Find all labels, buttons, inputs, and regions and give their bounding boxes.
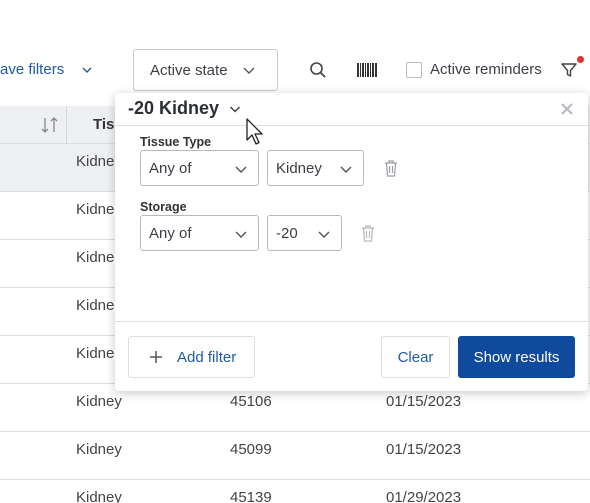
popup-footer: Add filter Clear Show results [115, 321, 588, 391]
chevron-down-icon [235, 166, 247, 173]
select-value: Kidney [276, 159, 322, 177]
cell-date: 01/29/2023 [386, 489, 462, 503]
select-value: -20 [276, 224, 298, 242]
plus-icon [150, 351, 162, 363]
clear-button[interactable]: Clear [381, 336, 450, 378]
select-value: Any of [149, 224, 192, 242]
cell-tissue: Kidney [76, 489, 122, 503]
tissue-type-operator-select[interactable]: Any of [140, 150, 259, 186]
toolbar: ave filters Active state Active reminder… [0, 0, 590, 106]
chevron-down-icon [235, 231, 247, 238]
mouse-cursor-icon [246, 118, 263, 145]
chevron-down-icon [82, 67, 92, 73]
add-filter-button[interactable]: Add filter [128, 336, 255, 378]
select-value: Any of [149, 159, 192, 177]
chevron-down-icon [340, 166, 352, 173]
chevron-down-icon [243, 67, 255, 74]
filter-label-tissue-type: Tissue Type [140, 135, 212, 149]
add-filter-label: Add filter [177, 348, 237, 366]
storage-operator-select[interactable]: Any of [140, 215, 259, 251]
save-filters-label: ave filters [0, 61, 65, 78]
show-results-button[interactable]: Show results [458, 336, 575, 378]
active-reminders-toggle[interactable]: Active reminders [406, 61, 542, 78]
trash-icon[interactable] [361, 225, 375, 242]
cell-tissue: Kidne [76, 297, 115, 314]
close-icon[interactable] [560, 102, 574, 116]
active-state-dropdown[interactable]: Active state [133, 49, 278, 91]
chevron-down-icon [230, 105, 241, 113]
popup-header: -20 Kidney [115, 93, 588, 126]
save-filters-dropdown[interactable]: ave filters [0, 61, 92, 78]
saved-filter-selector[interactable]: -20 Kidney [128, 98, 241, 119]
trash-icon[interactable] [384, 160, 398, 177]
chevron-down-icon [318, 231, 330, 238]
storage-value-select[interactable]: -20 [267, 215, 342, 251]
cell-tissue: Kidney [76, 393, 122, 410]
cell-id: 45106 [230, 393, 272, 410]
search-icon[interactable] [307, 59, 329, 81]
cell-id: 45099 [230, 441, 272, 458]
cell-tissue: Kidne [76, 153, 115, 170]
cell-date: 01/15/2023 [386, 393, 462, 410]
table-row[interactable]: Kidney 45099 01/15/2023 [0, 432, 590, 480]
filter-label-storage: Storage [140, 200, 187, 214]
active-state-label: Active state [150, 61, 228, 79]
cell-date: 01/15/2023 [386, 441, 462, 458]
table-row[interactable]: Kidney 45106 01/15/2023 [0, 384, 590, 432]
cell-id: 45139 [230, 489, 272, 503]
active-reminders-label: Active reminders [430, 61, 542, 78]
cell-tissue: Kidne [76, 249, 115, 266]
table-row[interactable]: Kidney 45139 01/29/2023 [0, 480, 590, 503]
cell-tissue: Kidney [76, 441, 122, 458]
popup-title: -20 Kidney [128, 98, 220, 118]
sort-icon[interactable] [40, 116, 60, 134]
column-divider [66, 106, 67, 144]
active-reminders-checkbox[interactable] [406, 61, 422, 78]
filter-icon[interactable] [558, 59, 580, 81]
cell-tissue: Kidne [76, 201, 115, 218]
barcode-icon[interactable] [356, 59, 378, 81]
tissue-type-value-select[interactable]: Kidney [267, 150, 364, 186]
cell-tissue: Kidne [76, 345, 115, 362]
saved-filter-popup: -20 Kidney Tissue Type Any of Kidney Sto… [115, 93, 588, 391]
filter-active-indicator [577, 56, 584, 63]
